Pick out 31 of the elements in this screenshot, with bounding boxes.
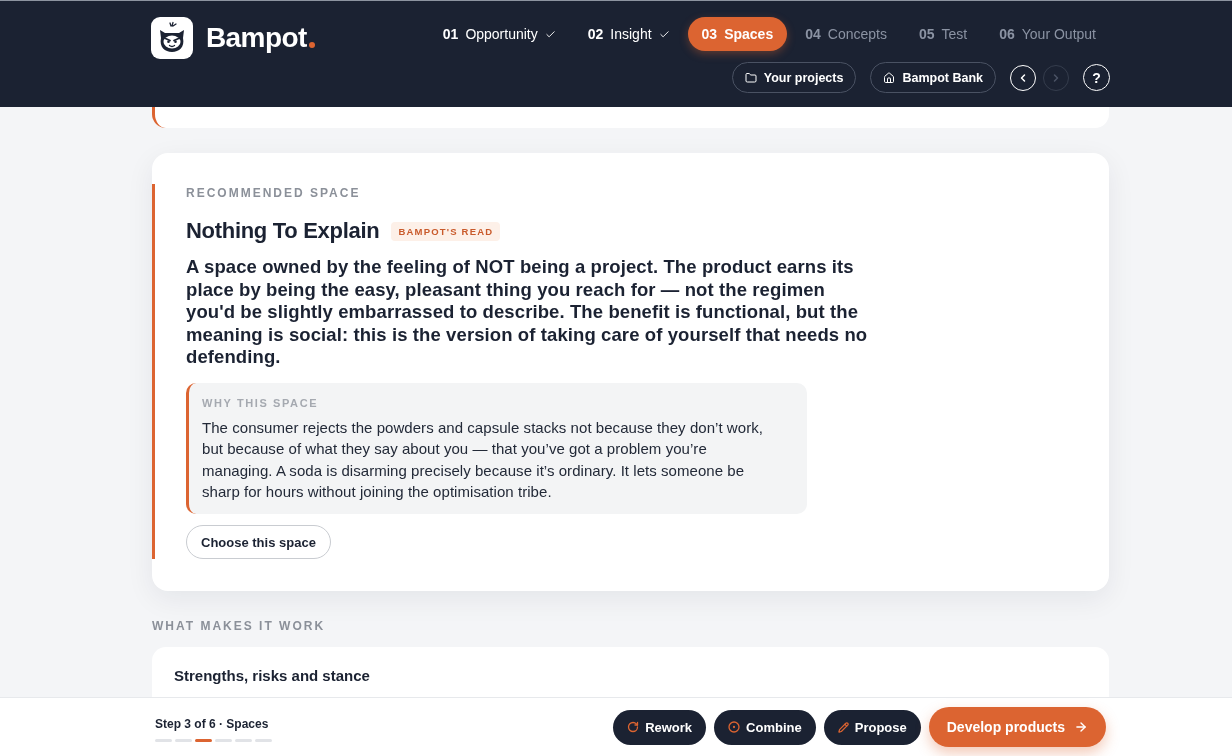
section-label: WHAT MAKES IT WORK	[152, 619, 327, 634]
propose-button[interactable]: Propose	[823, 709, 921, 745]
house-icon	[883, 71, 896, 84]
step-tab[interactable]: 06 Your Output	[985, 17, 1110, 51]
step-tab[interactable]: 02 Insight	[573, 17, 684, 51]
section-eyebrow: RECOMMENDED SPACE	[186, 185, 362, 201]
pencil-icon	[837, 721, 849, 733]
brand-name: Bampot	[206, 22, 307, 54]
step-tab[interactable]: 01 Opportunity	[428, 17, 570, 51]
help-button[interactable]: ?	[1083, 64, 1110, 91]
step-tab[interactable]: 05 Test	[904, 17, 982, 51]
check-icon	[544, 28, 556, 40]
card-title: Strengths, risks and stance	[174, 667, 371, 686]
space-summary: A space owned by the feeling of NOT being a project. The product earns its place by being the easy, pleasant thing you reach for — not the regimen you'd be slightly embarrassed to describe. The benefit is functional, but the meaning is social: this is the version of taking care of yourself that needs no defending.	[186, 256, 869, 369]
step-text: Step 3 of 6 · Spaces	[155, 716, 270, 731]
combine-button[interactable]: Combine	[714, 709, 816, 745]
space-title: Nothing To Explain	[186, 218, 380, 244]
brand-dot-icon	[308, 42, 315, 48]
check-icon	[658, 28, 670, 40]
rework-button[interactable]: Rework	[613, 709, 707, 745]
read-tag: BAMPOT'S READ	[391, 221, 501, 241]
folder-icon	[744, 71, 757, 84]
step-tab[interactable]: 03 Spaces	[687, 17, 788, 51]
cat-logo-icon	[151, 17, 193, 59]
why-label: WHY THIS SPACE	[202, 396, 320, 410]
step-tab[interactable]: 04 Concepts	[791, 17, 901, 51]
why-text: The consumer rejects the powders and capsule stacks not because they don’t work, but because of what they say about you — that you’ve got a problem you’re managing. A soda is disarming precisely because it’s ordinary. It lets someone be sharp for hours without joining the optimisation tribe.	[202, 417, 764, 502]
choose-button[interactable]: Choose this space	[186, 525, 331, 560]
target-icon	[728, 721, 741, 733]
refresh-icon	[627, 721, 640, 733]
develop-button[interactable]: Develop products	[928, 707, 1106, 747]
